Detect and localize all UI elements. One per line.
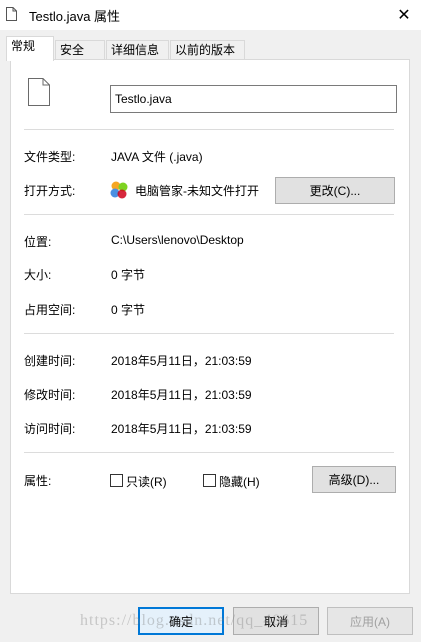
open-with-label: 打开方式: xyxy=(24,184,76,198)
size-value: 0 字节 xyxy=(111,268,146,282)
advanced-button[interactable]: 高级(D)... xyxy=(312,466,396,493)
file-large-icon xyxy=(28,78,50,106)
filename-input[interactable] xyxy=(110,85,397,113)
tab-details[interactable]: 详细信息 xyxy=(106,40,169,59)
separator xyxy=(24,214,394,215)
tab-general[interactable]: 常规 xyxy=(6,36,54,61)
accessed-value: 2018年5月11日，21:03:59 xyxy=(111,422,252,436)
close-button[interactable]: ✕ xyxy=(387,0,421,30)
disk-size-label: 占用空间: xyxy=(24,303,76,317)
size-label: 大小: xyxy=(24,268,52,282)
tab-previous-versions[interactable]: 以前的版本 xyxy=(170,40,245,59)
hidden-label[interactable]: 隐藏(H) xyxy=(219,473,260,490)
location-label: 位置: xyxy=(24,235,52,249)
modified-value: 2018年5月11日，21:03:59 xyxy=(111,388,252,402)
change-button[interactable]: 更改(C)... xyxy=(275,177,395,204)
apply-button[interactable]: 应用(A) xyxy=(327,607,413,635)
readonly-label[interactable]: 只读(R) xyxy=(126,473,167,490)
modified-label: 修改时间: xyxy=(24,388,76,402)
tab-security[interactable]: 安全 xyxy=(55,40,105,59)
location-value: C:\Users\lenovo\Desktop xyxy=(111,233,244,247)
attributes-label: 属性: xyxy=(24,474,52,488)
general-panel xyxy=(10,59,410,594)
separator xyxy=(24,129,394,130)
readonly-checkbox[interactable] xyxy=(110,474,123,487)
file-type-label: 文件类型: xyxy=(24,150,76,164)
pc-manager-icon xyxy=(110,181,128,199)
close-icon: ✕ xyxy=(397,7,411,24)
watermark: https://blog.csdn.net/qq_40615 xyxy=(80,612,309,629)
accessed-label: 访问时间: xyxy=(24,422,76,436)
hidden-checkbox[interactable] xyxy=(203,474,216,487)
separator xyxy=(24,333,394,334)
disk-size-value: 0 字节 xyxy=(111,303,146,317)
window-title: Testlo.java 属性 xyxy=(29,9,121,24)
file-type-value: JAVA 文件 (.java) xyxy=(111,150,203,164)
file-icon xyxy=(6,7,17,21)
created-value: 2018年5月11日，21:03:59 xyxy=(111,354,252,368)
created-label: 创建时间: xyxy=(24,354,76,368)
separator xyxy=(24,452,394,453)
open-with-value: 电脑管家-未知文件打开 xyxy=(135,184,259,198)
title-bar: Testlo.java 属性 ✕ xyxy=(0,0,421,30)
